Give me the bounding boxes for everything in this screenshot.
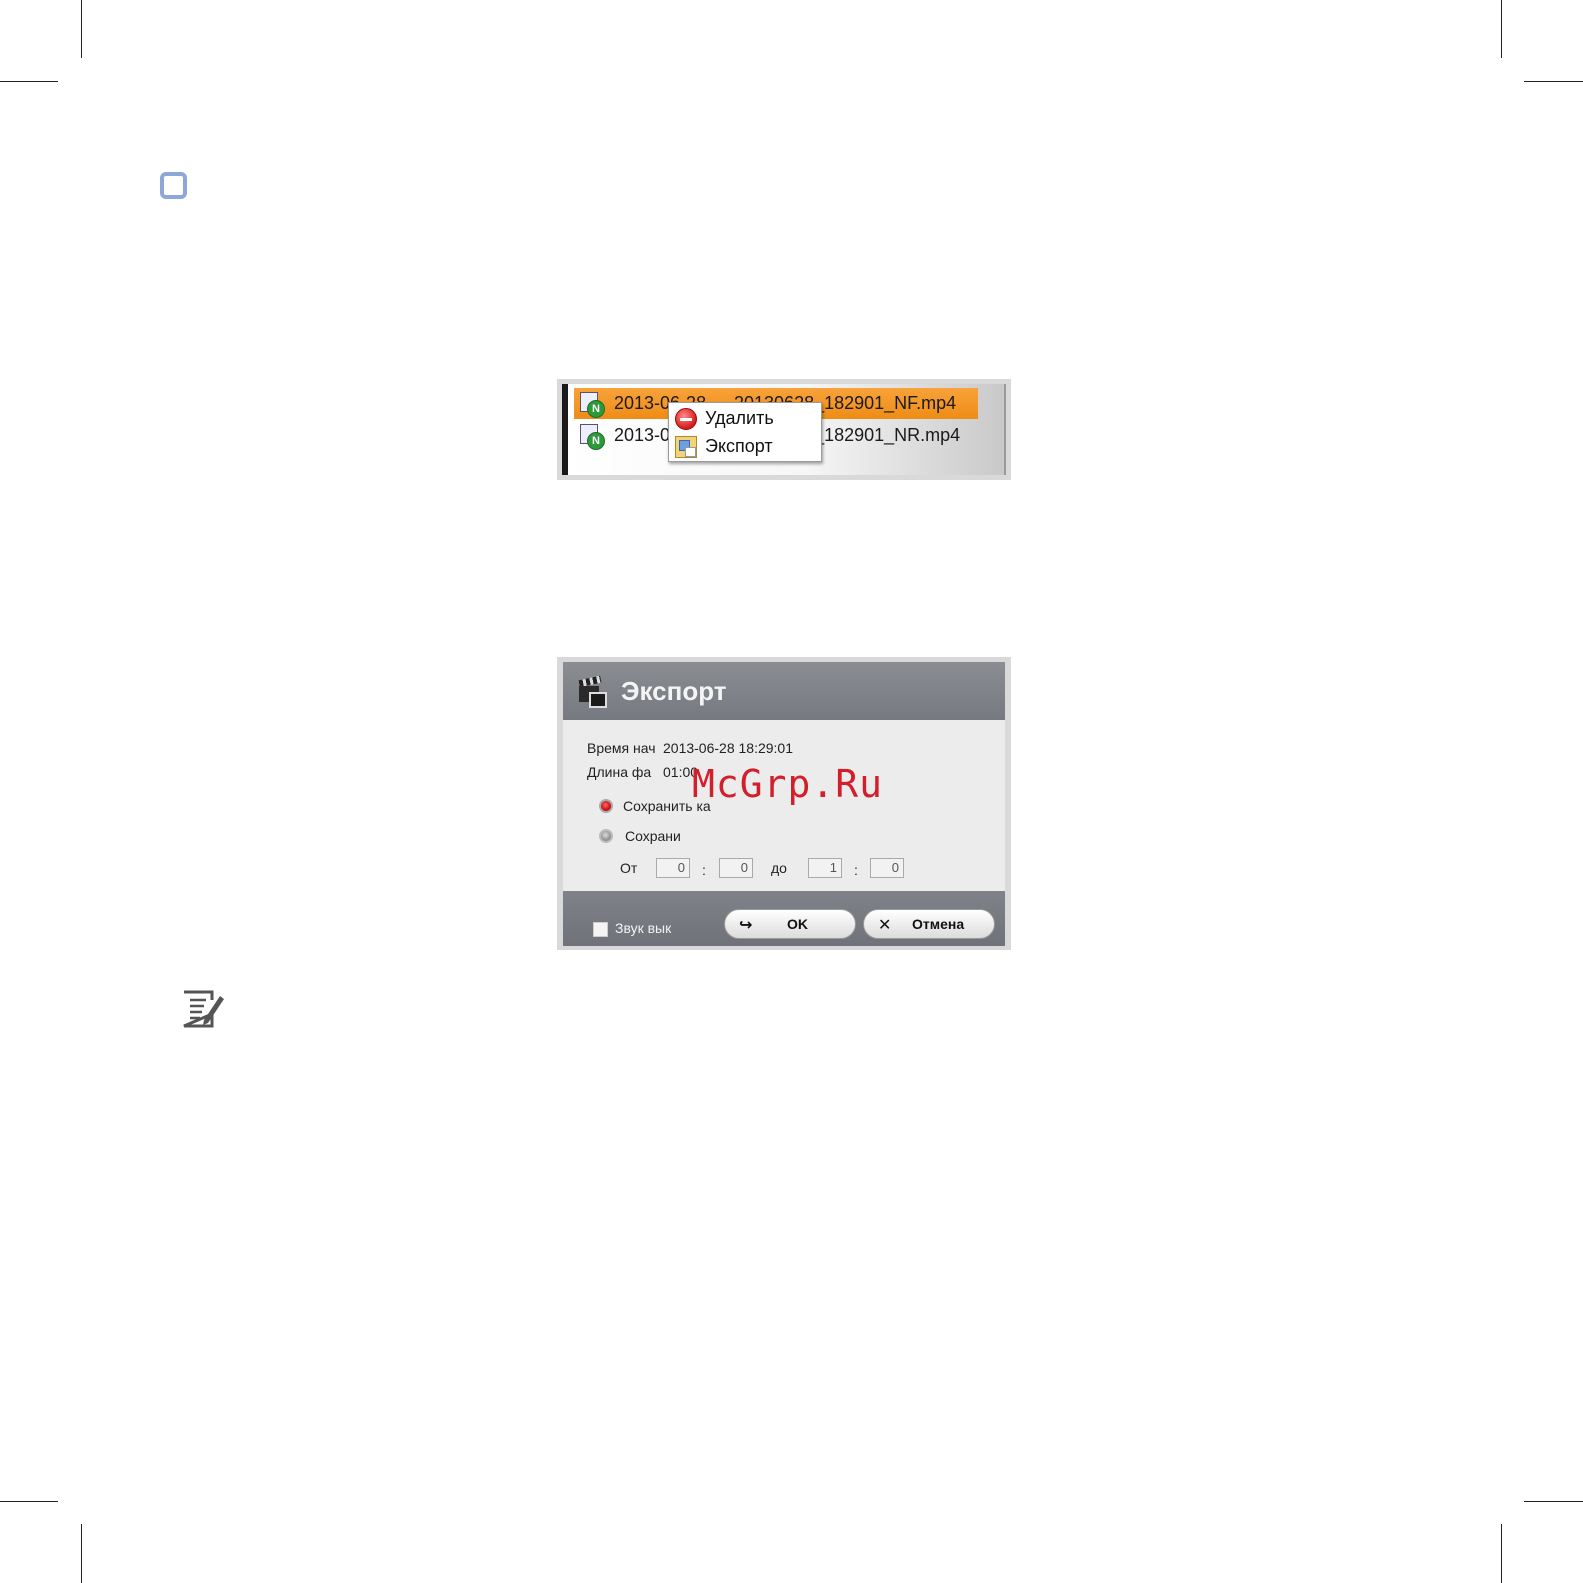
watermark: McGrp.Ru: [692, 762, 884, 806]
note-pencil-icon: [183, 990, 224, 1028]
range-to-label: до: [771, 860, 787, 876]
file-list-screenshot: N 2013-06-28 20130628_182901_NF.mp4 N 20…: [557, 379, 1011, 480]
from-seconds-input[interactable]: 0: [719, 858, 753, 878]
crop-mark: [1524, 1501, 1583, 1502]
cancel-button-label: Отмена: [912, 916, 965, 932]
radio-save-range[interactable]: [599, 829, 613, 843]
from-minutes-input[interactable]: 0: [656, 858, 690, 878]
dialog-title: Экспорт: [621, 676, 727, 706]
range-from-label: От: [620, 860, 638, 876]
close-icon: ✕: [878, 917, 892, 934]
radio-save-all[interactable]: [599, 799, 613, 813]
delete-icon: [675, 407, 697, 430]
context-menu: Удалить Экспорт: [668, 402, 822, 462]
menu-item-delete[interactable]: Удалить: [669, 405, 819, 432]
crop-mark: [0, 81, 58, 82]
file-list: N 2013-06-28 20130628_182901_NF.mp4 N 20…: [562, 384, 1006, 475]
clapperboard-icon: [578, 675, 607, 708]
to-seconds-input[interactable]: 0: [870, 858, 904, 878]
start-time-label: Время нач: [587, 740, 656, 756]
mute-checkbox[interactable]: [593, 922, 608, 937]
menu-item-label: Удалить: [705, 408, 774, 428]
video-file-icon: N: [580, 391, 605, 418]
crop-mark: [1501, 1524, 1502, 1583]
crop-mark: [81, 1524, 82, 1583]
crop-mark: [1524, 81, 1583, 82]
video-file-icon: N: [580, 423, 605, 450]
length-label: Длина фа: [587, 764, 652, 780]
mute-label: Звук вык: [615, 920, 672, 936]
ok-button-label: OK: [787, 916, 808, 932]
start-time-value: 2013-06-28 18:29:01: [663, 740, 793, 756]
badge-n-icon: N: [587, 431, 605, 450]
arrow-right-icon: ↪: [739, 917, 753, 934]
badge-n-icon: N: [587, 399, 605, 418]
cancel-button[interactable]: ✕ Отмена: [863, 909, 995, 939]
chapter-marker: [160, 172, 187, 199]
crop-mark: [81, 0, 82, 58]
range-separator: :: [702, 862, 706, 878]
crop-mark: [0, 1501, 58, 1502]
menu-item-export[interactable]: Экспорт: [669, 433, 819, 460]
dialog-footer: Звук вык ↪ OK ✕ Отмена: [563, 891, 1005, 946]
range-separator: :: [854, 862, 858, 878]
to-minutes-input[interactable]: 1: [808, 858, 842, 878]
crop-mark: [1501, 0, 1502, 58]
ok-button[interactable]: ↪ OK: [724, 909, 856, 939]
menu-item-label: Экспорт: [705, 436, 773, 456]
dialog-title-bar: Экспорт: [563, 662, 1005, 720]
export-icon: [675, 435, 697, 458]
radio-save-range-label: Сохрани: [625, 828, 681, 844]
